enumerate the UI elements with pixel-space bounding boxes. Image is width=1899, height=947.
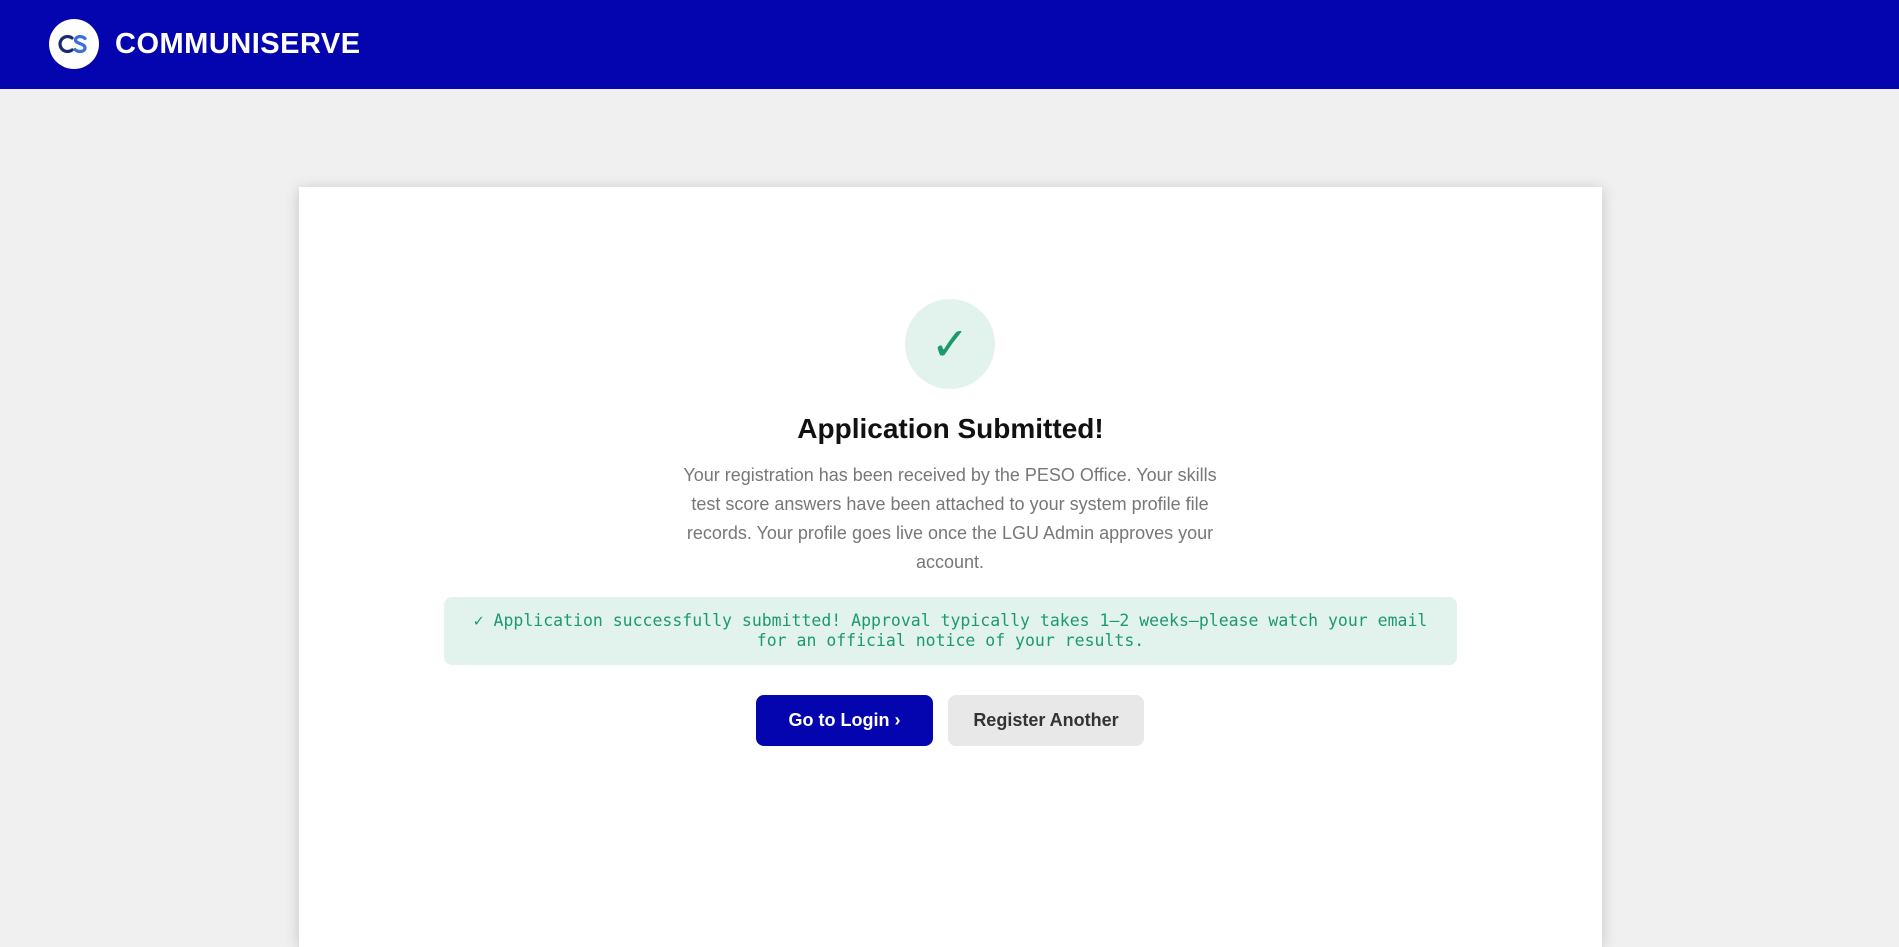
confirmation-description: Your registration has been received by t…	[683, 465, 1217, 572]
go-to-login-button[interactable]: Go to Login ›	[756, 695, 933, 746]
page-title: Application Submitted!	[797, 413, 1104, 444]
confirmation-card: ✓ Application Submitted! Your registrati…	[299, 187, 1602, 947]
cs-logo-icon[interactable]	[49, 19, 99, 69]
checkmark-icon: ✓	[905, 299, 995, 389]
top-navigation-bar: COMMUNISERVE	[0, 0, 1899, 89]
success-notice: ✓ Application successfully submitted! Ap…	[444, 597, 1457, 665]
register-another-button[interactable]: Register Another	[948, 695, 1144, 746]
brand-name[interactable]: COMMUNISERVE	[115, 27, 361, 61]
